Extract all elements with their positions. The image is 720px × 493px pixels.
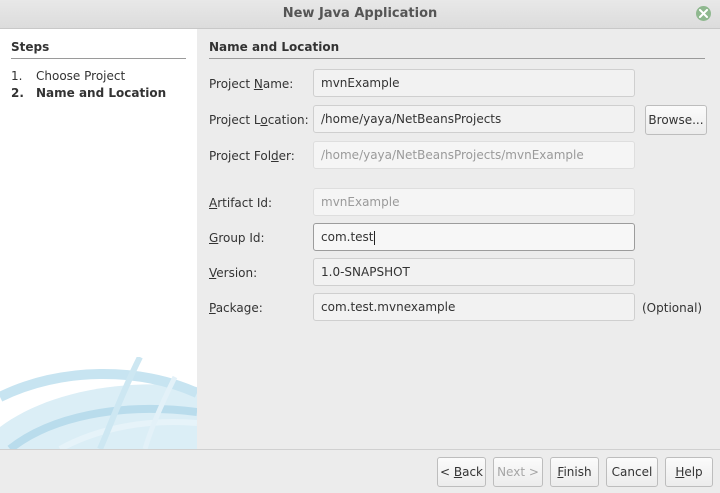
section-header: Name and Location xyxy=(209,40,705,59)
finish-button[interactable]: Finish xyxy=(550,457,599,487)
step-choose-project: 1. Choose Project xyxy=(11,69,125,83)
step-number: 1. xyxy=(11,69,23,83)
close-icon xyxy=(699,9,708,18)
group-id-label: Group Id: xyxy=(209,231,265,245)
project-name-label: Project Name: xyxy=(209,77,294,91)
browse-button[interactable]: Browse... xyxy=(645,105,707,135)
project-location-field[interactable]: /home/yaya/NetBeansProjects xyxy=(313,105,635,133)
main-panel: Name and Location Project Name: mvnExamp… xyxy=(197,29,720,449)
cancel-button[interactable]: Cancel xyxy=(606,457,658,487)
package-field[interactable]: com.test.mvnexample xyxy=(313,293,635,321)
window-title: New Java Application xyxy=(282,6,438,21)
title-bar[interactable]: New Java Application xyxy=(0,0,720,29)
dialog-window: New Java Application Steps 1. Choose Proj… xyxy=(0,0,720,493)
version-field[interactable]: 1.0-SNAPSHOT xyxy=(313,258,635,286)
group-id-field[interactable]: com.test xyxy=(313,223,635,251)
steps-panel: Steps 1. Choose Project 2. Name and Locati… xyxy=(0,29,197,449)
project-location-label: Project Location: xyxy=(209,113,309,127)
step-label: Name and Location xyxy=(36,86,167,100)
button-bar: < Back Next > Finish Cancel Help xyxy=(0,449,720,493)
artifact-id-label: Artifact Id: xyxy=(209,196,273,210)
text-caret xyxy=(373,230,375,245)
project-folder-label: Project Folder: xyxy=(209,149,295,163)
project-name-field[interactable]: mvnExample xyxy=(313,69,635,97)
netbeans-swoosh-image xyxy=(0,357,197,449)
optional-hint: (Optional) xyxy=(642,301,703,315)
steps-header: Steps xyxy=(11,40,186,59)
help-button[interactable]: Help xyxy=(665,457,713,487)
back-button[interactable]: < Back xyxy=(437,457,486,487)
artifact-id-field: mvnExample xyxy=(313,188,635,216)
next-button[interactable]: Next > xyxy=(493,457,543,487)
close-button[interactable] xyxy=(696,6,711,21)
version-label: Version: xyxy=(209,266,258,280)
step-number: 2. xyxy=(11,86,24,100)
group-id-value: com.test xyxy=(321,230,374,244)
project-folder-field: /home/yaya/NetBeansProjects/mvnExample xyxy=(313,141,635,169)
package-label: Package: xyxy=(209,301,263,315)
step-label: Choose Project xyxy=(36,69,126,83)
step-name-and-location: 2. Name and Location xyxy=(11,86,166,100)
